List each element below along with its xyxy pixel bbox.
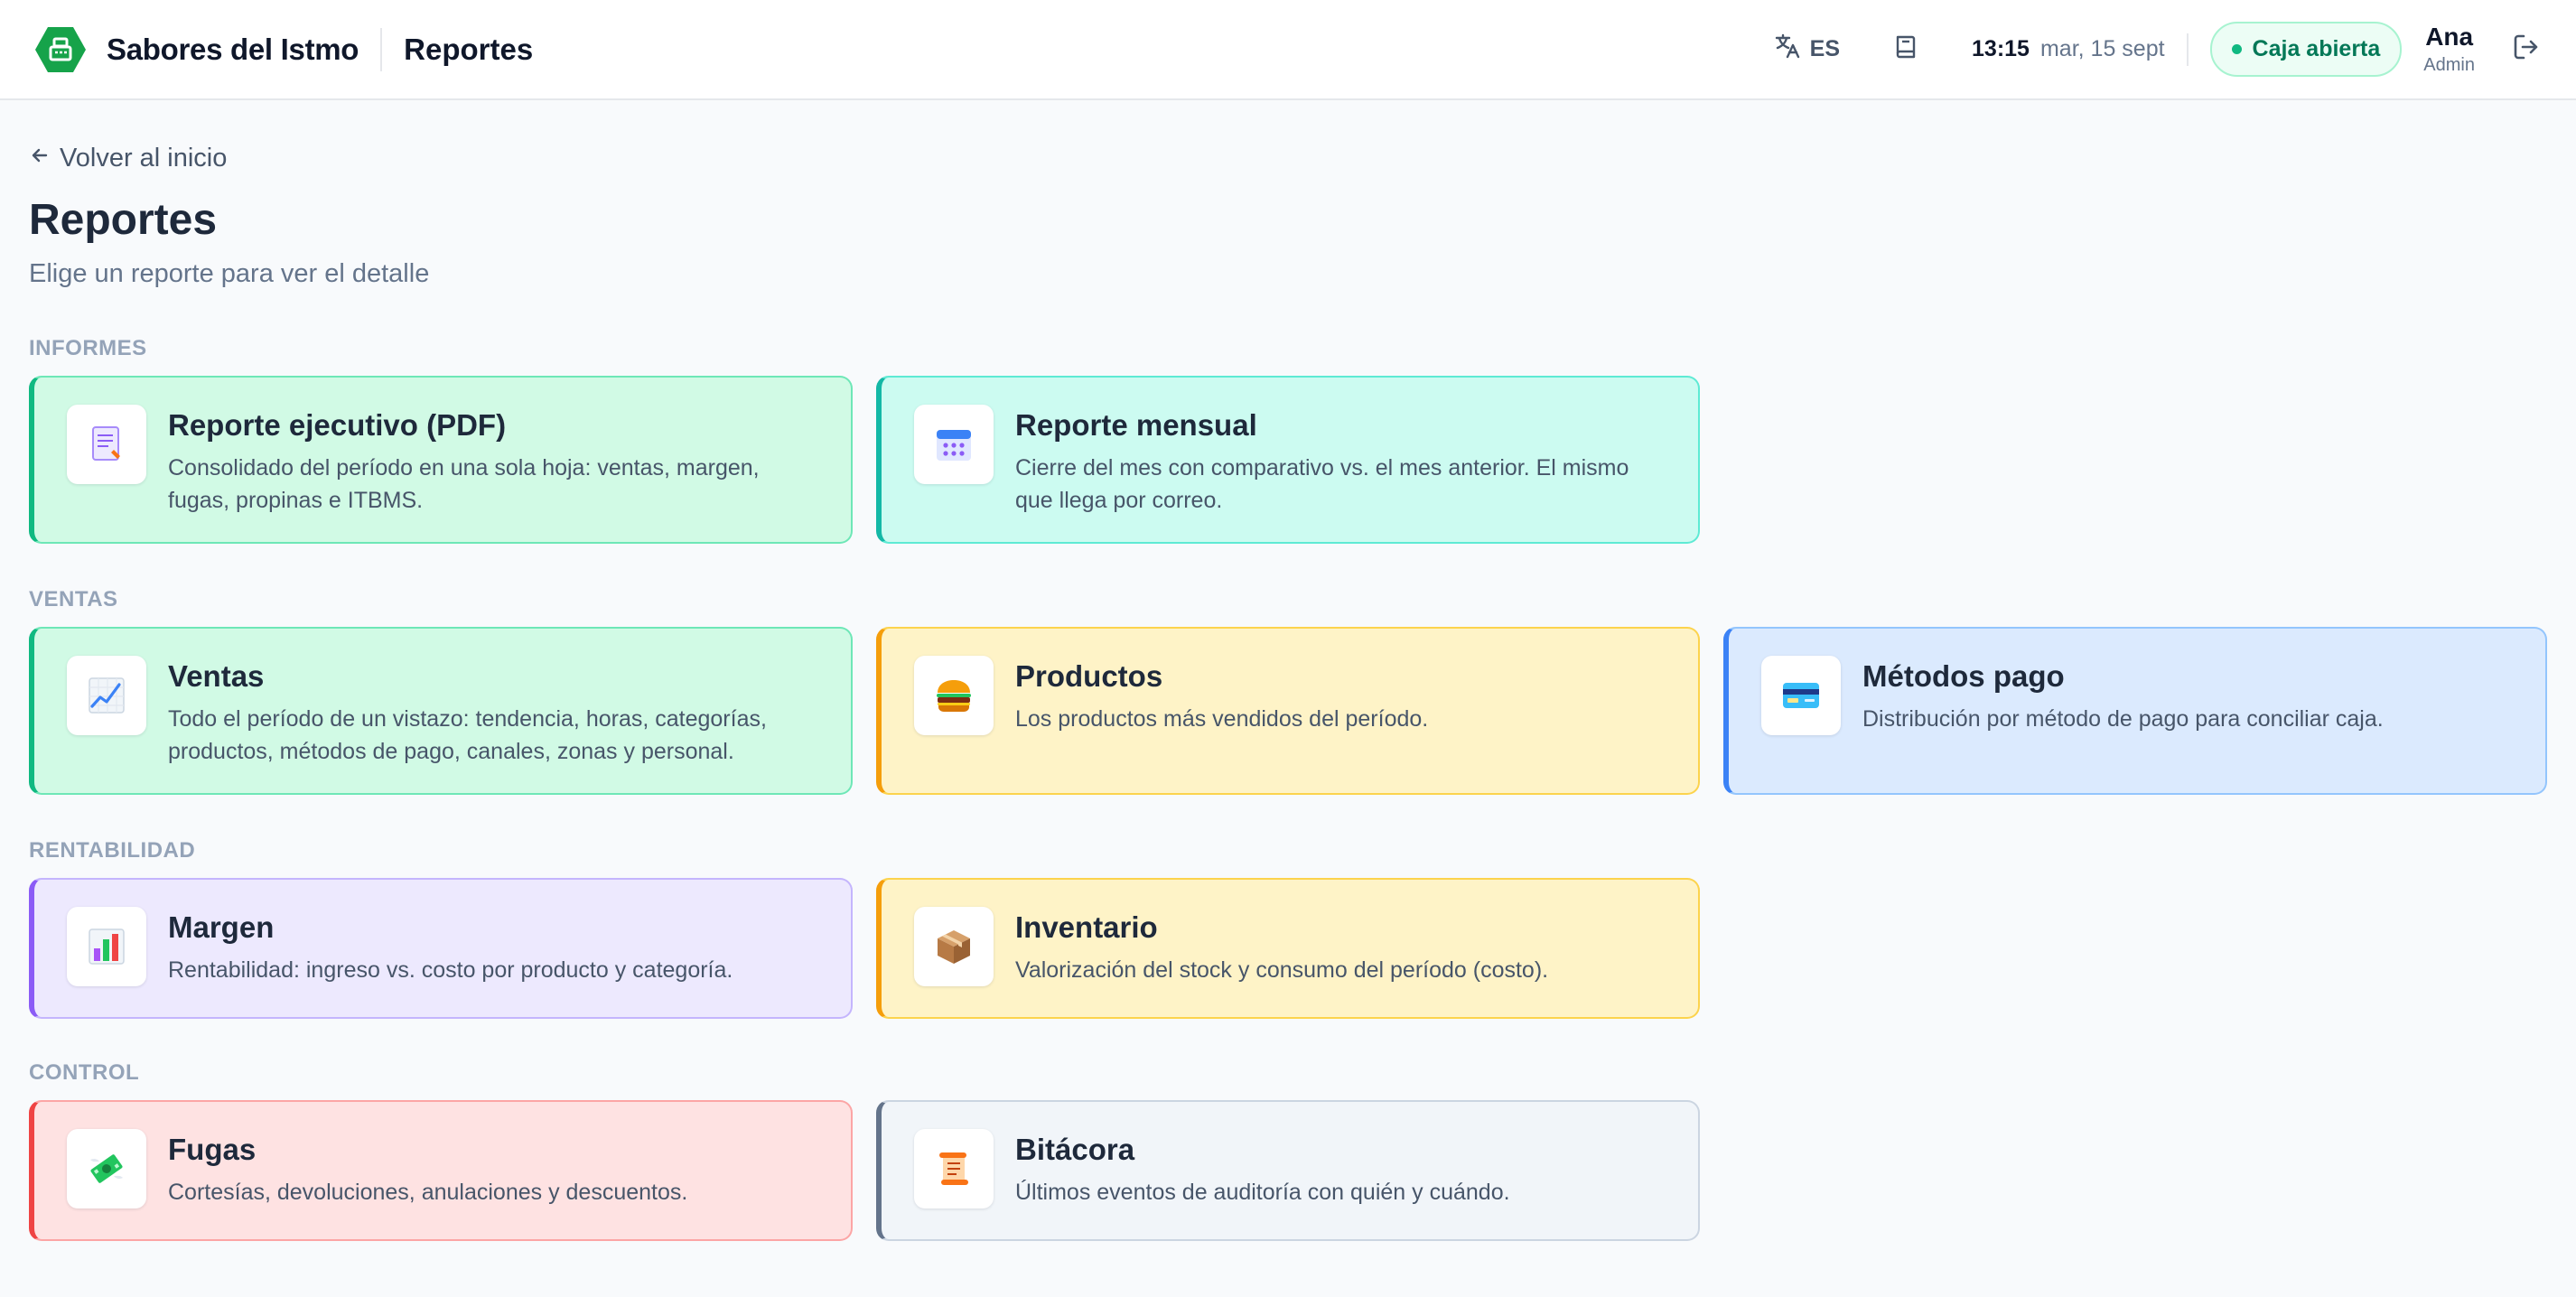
- report-title: Bitácora: [1015, 1133, 1135, 1166]
- report-description: Consolidado del período en una sola hoja…: [168, 455, 760, 513]
- report-card-products[interactable]: Productos Los productos más vendidos del…: [876, 627, 1700, 795]
- report-title: Métodos pago: [1862, 659, 2065, 693]
- cash-register-logo-icon: [34, 25, 87, 74]
- report-title: Ventas: [168, 659, 265, 693]
- report-title: Productos: [1015, 659, 1163, 693]
- credit-card-icon: [1761, 656, 1841, 735]
- header-divider: [2186, 33, 2189, 66]
- report-description: Valorización del stock y consumo del per…: [1015, 957, 1549, 983]
- report-group-informes: Reporte ejecutivo (PDF) Consolidado del …: [29, 376, 2547, 544]
- report-card-leaks[interactable]: Fugas Cortesías, devoluciones, anulacion…: [29, 1100, 853, 1241]
- page-title: Reportes: [29, 196, 218, 244]
- book-icon: [1892, 33, 1919, 65]
- report-card-margin[interactable]: Margen Rentabilidad: ingreso vs. costo p…: [29, 878, 853, 1019]
- report-title: Fugas: [168, 1133, 257, 1166]
- report-title: Margen: [168, 910, 275, 944]
- document-icon: [67, 405, 146, 484]
- report-title: Inventario: [1015, 910, 1158, 944]
- register-status-label: Caja abierta: [2252, 36, 2381, 61]
- report-title: Reporte ejecutivo (PDF): [168, 408, 507, 442]
- translate-icon: [1774, 33, 1801, 66]
- status-dot-icon: [2231, 44, 2242, 54]
- report-group-control: Fugas Cortesías, devoluciones, anulacion…: [29, 1100, 2547, 1241]
- report-group-rentabilidad: Margen Rentabilidad: ingreso vs. costo p…: [29, 878, 2547, 1019]
- report-card-executive[interactable]: Reporte ejecutivo (PDF) Consolidado del …: [29, 376, 853, 544]
- clock-date: mar, 15 sept: [2039, 36, 2165, 61]
- money-wings-icon: [67, 1129, 146, 1208]
- report-description: Los productos más vendidos del período.: [1015, 706, 1429, 732]
- report-description: Rentabilidad: ingreso vs. costo por prod…: [168, 957, 733, 983]
- manual-button[interactable]: [1892, 33, 1919, 65]
- report-title: Reporte mensual: [1015, 408, 1257, 442]
- group-label-control: CONTROL: [29, 1060, 140, 1085]
- clock-time: 13:15: [1972, 36, 2030, 61]
- logout-icon: [2511, 32, 2542, 67]
- package-icon: [914, 907, 994, 986]
- language-switcher[interactable]: ES: [1774, 33, 1840, 66]
- report-description: Distribución por método de pago para con…: [1862, 706, 2384, 732]
- group-label-rentabilidad: RENTABILIDAD: [29, 838, 196, 863]
- report-card-audit-log[interactable]: Bitácora Últimos eventos de auditoría co…: [876, 1100, 1700, 1241]
- user-name: Ana: [2425, 23, 2474, 51]
- arrow-left-icon: [29, 144, 51, 173]
- page-subtitle: Elige un reporte para ver el detalle: [29, 259, 430, 288]
- report-group-ventas: Ventas Todo el período de un vistazo: te…: [29, 627, 2547, 795]
- report-description: Cortesías, devoluciones, anulaciones y d…: [168, 1180, 688, 1205]
- calendar-icon: [914, 405, 994, 484]
- report-description: Todo el período de un vistazo: tendencia…: [168, 706, 767, 764]
- bar-chart-icon: [67, 907, 146, 986]
- report-card-inventory[interactable]: Inventario Valorización del stock y cons…: [876, 878, 1700, 1019]
- group-label-informes: INFORMES: [29, 336, 147, 360]
- report-description: Últimos eventos de auditoría con quién y…: [1015, 1180, 1510, 1205]
- back-link[interactable]: Volver al inicio: [29, 144, 2547, 173]
- header-divider: [380, 27, 383, 71]
- trend-chart-icon: [67, 656, 146, 735]
- language-code: ES: [1809, 36, 1841, 61]
- register-status-badge[interactable]: Caja abierta: [2209, 22, 2403, 77]
- back-link-label: Volver al inicio: [60, 144, 228, 173]
- report-description: Cierre del mes con comparativo vs. el me…: [1015, 455, 1629, 513]
- report-card-payment-methods[interactable]: Métodos pago Distribución por método de …: [1723, 627, 2547, 795]
- user-role: Admin: [2423, 55, 2475, 75]
- user-profile[interactable]: Ana Admin: [2423, 23, 2475, 76]
- burger-icon: [914, 656, 994, 735]
- group-label-ventas: VENTAS: [29, 587, 118, 611]
- brand-name[interactable]: Sabores del Istmo: [107, 33, 359, 67]
- report-card-sales[interactable]: Ventas Todo el período de un vistazo: te…: [29, 627, 853, 795]
- main-content: Volver al inicio Reportes Elige un repor…: [0, 100, 2576, 1241]
- top-bar: Sabores del Istmo Reportes ES 13:15 mar,…: [0, 0, 2576, 100]
- logout-button[interactable]: [2511, 32, 2542, 67]
- header-section-title: Reportes: [404, 32, 534, 66]
- scroll-icon: [914, 1129, 994, 1208]
- report-card-monthly[interactable]: Reporte mensual Cierre del mes con compa…: [876, 376, 1700, 544]
